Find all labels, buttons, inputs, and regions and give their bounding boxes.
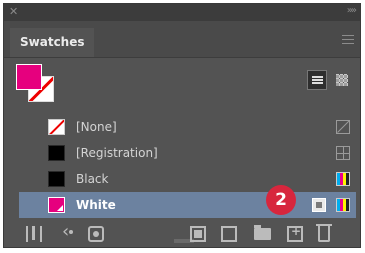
swatch-row-white[interactable]: White	[19, 192, 356, 218]
panel-tab-row: Swatches	[4, 21, 360, 58]
show-swatch-kinds-icon[interactable]	[60, 221, 76, 242]
swatch-label: [None]	[76, 120, 117, 134]
cmyk-icon	[336, 172, 350, 186]
swatches-panel: ✕ »» Swatches [None] [Registration] Blac…	[3, 3, 361, 248]
registration-icon	[336, 146, 350, 160]
swatch-row-black[interactable]: Black	[19, 166, 356, 192]
cmyk-icon	[336, 198, 350, 212]
registration-swatch-chip	[48, 145, 65, 161]
grid-view-icon	[336, 74, 348, 86]
thumbnail-view-button[interactable]	[332, 70, 352, 90]
new-swatch-icon[interactable]	[287, 224, 303, 242]
spot-color-icon	[312, 198, 326, 212]
new-color-group-icon[interactable]	[190, 226, 206, 242]
black-swatch-chip	[48, 171, 65, 187]
tab-swatches[interactable]: Swatches	[10, 28, 94, 57]
close-icon[interactable]: ✕	[9, 5, 18, 18]
swatch-options-icon[interactable]	[88, 226, 104, 242]
panel-bottom-toolbar	[4, 221, 360, 247]
collapse-icon[interactable]: »»	[347, 5, 357, 16]
swatch-label: Black	[76, 172, 109, 186]
swatch-list: [None] [Registration] Black White	[19, 114, 356, 218]
swatch-row-none[interactable]: [None]	[19, 114, 356, 140]
panel-titlebar: ✕ »»	[4, 4, 360, 21]
cc-libraries-icon[interactable]	[221, 226, 237, 242]
none-swatch-chip	[48, 119, 65, 135]
callout-badge: 2	[266, 185, 296, 215]
white-swatch-chip	[48, 197, 65, 213]
swatch-label: White	[76, 198, 116, 212]
non-printing-icon	[336, 120, 350, 134]
list-view-icon	[311, 75, 323, 85]
fill-swatch[interactable]	[16, 64, 42, 90]
swatch-libraries-menu-icon[interactable]	[26, 226, 42, 242]
list-view-button[interactable]	[307, 70, 327, 90]
swatch-label: [Registration]	[76, 146, 158, 160]
folder-icon[interactable]	[254, 225, 271, 240]
swatch-row-registration[interactable]: [Registration]	[19, 140, 356, 166]
trash-icon[interactable]	[316, 224, 332, 242]
fill-stroke-control[interactable]	[16, 64, 62, 110]
panel-menu-icon[interactable]	[342, 35, 354, 47]
